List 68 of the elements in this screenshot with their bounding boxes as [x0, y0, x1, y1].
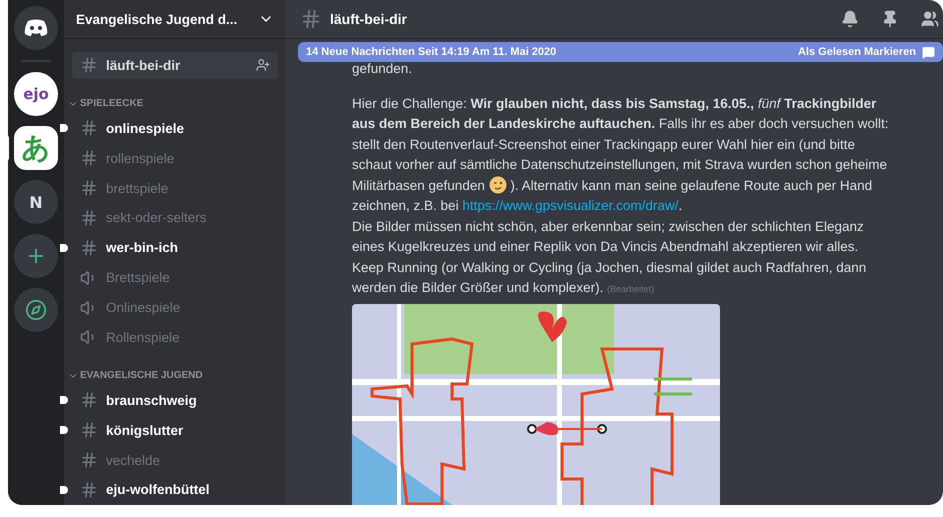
unread-indicator: [60, 244, 68, 252]
message-text: gefunden.: [352, 60, 414, 78]
hash-icon: [80, 179, 98, 198]
edited-label: (Bearbeitet): [607, 284, 654, 294]
channel-name: rollenspiele: [106, 150, 176, 166]
channel-name: läuft-bei-dir: [106, 58, 182, 73]
channel-item[interactable]: Onlinespiele: [72, 294, 278, 322]
channel-name: Rollenspiele: [106, 330, 181, 345]
new-messages-text: 14 Neue Nachrichten Seit 14:19 Am 11. Mai 2020: [306, 46, 556, 58]
hash-icon: [300, 8, 322, 30]
hash-icon: [80, 451, 98, 470]
channel-name: onlinespiele: [106, 120, 186, 136]
hash-icon: [80, 149, 98, 168]
server-header[interactable]: Evangelische Jugend d...: [64, 0, 286, 39]
members-icon[interactable]: [921, 10, 939, 28]
hash-icon: [80, 119, 98, 138]
mark-read-icon: [922, 46, 935, 58]
category-header[interactable]: EVANGELISCHE JUGEND: [68, 370, 286, 382]
channel-item[interactable]: sekt-oder-selters: [72, 204, 278, 232]
unread-indicator: [60, 396, 68, 404]
channel-item[interactable]: Brettspiele: [72, 264, 278, 292]
explore-button[interactable]: [14, 288, 58, 332]
channel-item[interactable]: wer-bin-ich: [72, 234, 278, 262]
channel-item[interactable]: rollenspiele: [72, 144, 278, 172]
link[interactable]: https://www.gpsvisualizer.com/draw/: [462, 198, 678, 213]
unread-indicator: [60, 426, 68, 434]
channel-name: königslutter: [106, 422, 184, 438]
hash-icon: [80, 480, 98, 499]
channel-name: Onlinespiele: [106, 300, 182, 316]
server-name: Evangelische Jugend d...: [76, 12, 238, 26]
message-text: Hier die Challenge: Wir glauben nicht, dass bis Samstag, 16.05., fünf Trackingbilder aus dem Bereich der Landeskirche auftauchen. Falls ihr es aber doch versuchen wollt: stellt den Routenverlauf-Screenshot einer Trackingapp eurer Wahl hier ein (und bitte schaut vorher auf sämtliche Datenschutzeinstellungen, mit Strava wurden schon geheime Militärbasen gefunden ). Alternativ kann man seine gelaufene Route auch per Hand zeichnen, z.B. bei https://www.gpsvisualizer.com/draw/.: [352, 94, 890, 215]
hash-icon: [80, 56, 98, 74]
channel-name: wer-bin-ich: [106, 240, 180, 256]
channel-name: vechelde: [106, 452, 162, 468]
server-icon[interactable]: ejo: [14, 72, 58, 116]
message-text: Die Bilder müssen nicht schön, aber erkennbar sein; zwischen der schlichten Eleganz eines Kugelkreuzes und einer Replik von Da Vincis Abendmahl akzeptieren wir alles. Keep Running (or Walking or Cycling (ja Jochen, diesmal gildet auch Radfahren, dann werden die Bilder Größer und komplexer). (Bearbeitet): [352, 218, 868, 297]
channel-name: Brettspiele: [106, 270, 171, 286]
hash-icon: [80, 208, 98, 227]
channel-title: läuft-bei-dir: [330, 11, 408, 27]
server-icon[interactable]: N: [14, 180, 58, 224]
home-button[interactable]: [14, 6, 58, 50]
new-messages-banner[interactable]: 14 Neue Nachrichten Seit 14:19 Am 11. Mai 2020 Als Gelesen Markieren: [298, 42, 943, 62]
channel-item[interactable]: brettspiele: [72, 174, 278, 202]
channel-name: sekt-oder-selters: [106, 210, 208, 226]
channel-name: braunschweig: [106, 392, 198, 408]
hash-icon: [80, 238, 98, 257]
channel-item[interactable]: königslutter: [72, 416, 278, 444]
channel-item[interactable]: braunschweig: [72, 386, 278, 414]
channel-item[interactable]: onlinespiele: [72, 114, 278, 142]
hash-icon: [80, 421, 98, 440]
bell-icon[interactable]: [841, 10, 859, 28]
unread-indicator: [60, 124, 68, 132]
pin-icon[interactable]: [881, 10, 899, 28]
unread-indicator: [60, 486, 68, 494]
hash-icon: [80, 391, 98, 410]
winking-emoji-icon: [488, 176, 507, 194]
category-header[interactable]: SPIELEECKE: [68, 98, 286, 110]
channel-item[interactable]: eju-wolfenbüttel: [72, 476, 278, 504]
invite-icon[interactable]: [256, 58, 270, 72]
channel-item[interactable]: Rollenspiele: [72, 324, 278, 352]
controller-logo-icon: [23, 19, 49, 37]
channel-item[interactable]: läuft-bei-dir: [72, 52, 278, 80]
mark-read-button[interactable]: Als Gelesen Markieren: [798, 46, 935, 58]
channel-item[interactable]: vechelde: [72, 446, 278, 474]
channel-name: brettspiele: [106, 180, 170, 196]
add-server-button[interactable]: [14, 234, 58, 278]
compass-icon: [25, 299, 47, 321]
channel-name: eju-wolfenbüttel: [106, 482, 210, 498]
